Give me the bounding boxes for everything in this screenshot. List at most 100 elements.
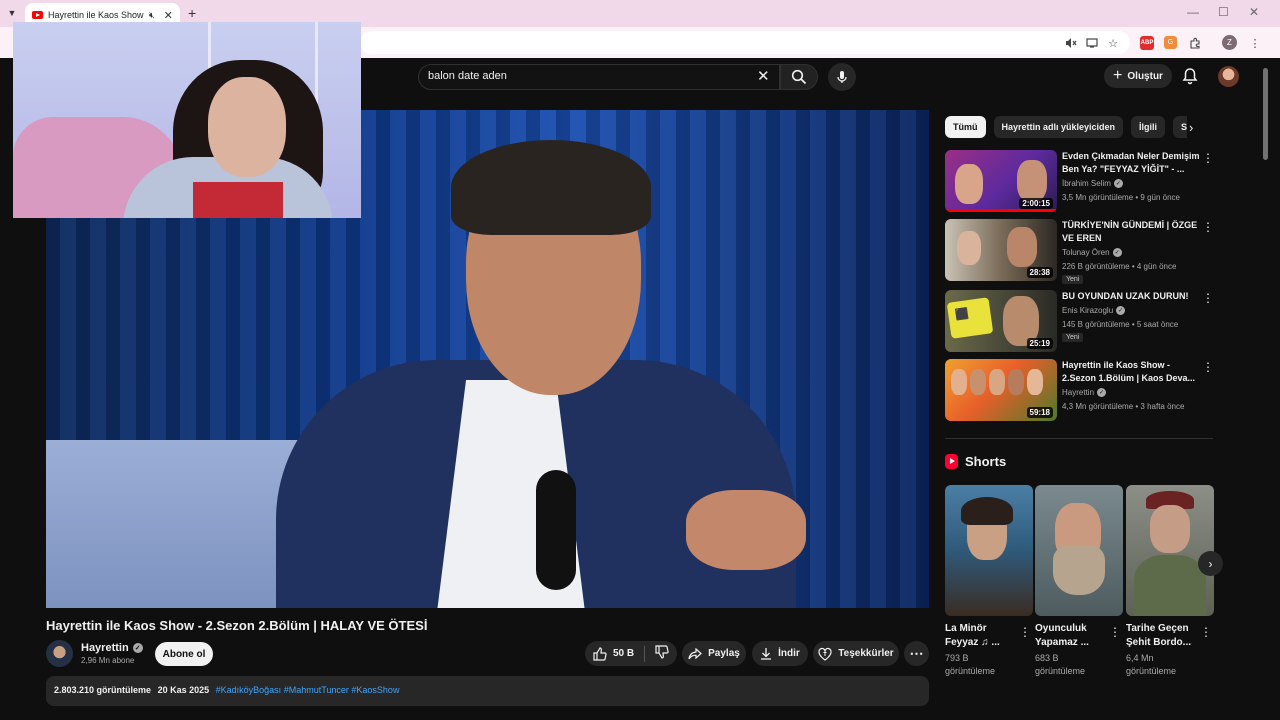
webcam-person-top: [193, 182, 283, 218]
muted-speaker-icon[interactable]: 🔇︎: [149, 10, 155, 21]
view-count: 3,5 Mn görüntüleme: [1062, 193, 1134, 202]
shorts-next-chevron-icon[interactable]: ›: [1198, 551, 1223, 576]
channel-row[interactable]: Hayrettin ✓: [1062, 388, 1107, 397]
more-options-icon[interactable]: ⋮: [1202, 151, 1214, 165]
adblock-extension-icon[interactable]: ABP: [1140, 36, 1154, 50]
video-duration: 59:18: [1026, 407, 1053, 418]
orange-extension-icon[interactable]: G: [1164, 36, 1177, 49]
hashtag-link[interactable]: #MahmutTuncer: [284, 685, 349, 695]
video-thumbnail[interactable]: 59:18: [945, 359, 1057, 421]
recommended-video[interactable]: 28:38 TÜRKİYE'NİN GÜNDEMİ | ÖZGE VE EREN…: [945, 219, 1215, 284]
channel-name[interactable]: Hayrettin: [1062, 388, 1094, 397]
new-badge: Yeni: [1062, 275, 1084, 284]
channel-name[interactable]: İbrahim Selim: [1062, 179, 1111, 188]
channel-name[interactable]: Hayrettin: [81, 642, 129, 654]
maximize-button[interactable]: ☐: [1218, 5, 1229, 19]
verified-check-icon: ✓: [1113, 179, 1123, 188]
create-label: Oluştur: [1127, 70, 1163, 82]
channel-name[interactable]: Tolunay Ören: [1062, 248, 1110, 257]
share-label: Paylaş: [708, 648, 740, 659]
video-title[interactable]: TÜRKİYE'NİN GÜNDEMİ | ÖZGE VE EREN: [1062, 219, 1202, 245]
video-title[interactable]: BU OYUNDAN UZAK DURUN!: [1062, 290, 1202, 303]
recommended-video[interactable]: ⬛ 25:19 BU OYUNDAN UZAK DURUN! Enis Kira…: [945, 290, 1215, 354]
tab-search-icon[interactable]: ▼: [4, 5, 20, 21]
chip-from-uploader[interactable]: Hayrettin adlı yükleyiciden: [993, 116, 1124, 138]
more-options-icon[interactable]: ⋮: [1202, 360, 1214, 374]
clear-search-icon[interactable]: ✕: [757, 67, 770, 85]
hashtag-link[interactable]: #KaosShow: [351, 685, 399, 695]
notifications-bell-icon[interactable]: [1182, 67, 1198, 90]
cast-icon[interactable]: [1084, 35, 1100, 51]
bookmark-star-icon[interactable]: ☆: [1105, 35, 1121, 51]
shorts-logo-icon: [945, 454, 958, 469]
short-title[interactable]: Tarihe Geçen Şehit Bordo...: [1126, 622, 1200, 650]
more-options-icon[interactable]: ⋮: [1202, 220, 1214, 234]
chip-related[interactable]: İlgili: [1131, 116, 1166, 138]
recommended-video[interactable]: 2:00:15 Evden Çıkmadan Neler Demişim Ben…: [945, 150, 1215, 214]
youtube-favicon-icon: [32, 11, 43, 19]
profile-avatar[interactable]: Z: [1222, 35, 1237, 50]
channel-row[interactable]: İbrahim Selim ✓: [1062, 179, 1123, 188]
channel-row[interactable]: Enis Kirazoglu ✓: [1062, 306, 1126, 315]
share-button[interactable]: Paylaş: [682, 641, 746, 666]
video-stats: 3,5 Mn görüntüleme • 9 gün önce: [1062, 193, 1180, 202]
more-options-icon[interactable]: ⋮: [1109, 625, 1121, 639]
search-button[interactable]: [780, 64, 818, 90]
short-title[interactable]: Oyunculuk Yapamaz ...: [1035, 622, 1109, 650]
video-title[interactable]: Evden Çıkmadan Neler Demişim Ben Ya? "FE…: [1062, 150, 1202, 176]
thumbs-up-icon: [593, 646, 607, 661]
chevron-right-icon[interactable]: ›: [1189, 120, 1193, 135]
chip-truncated[interactable]: So: [1173, 116, 1187, 138]
video-thumbnail[interactable]: 28:38: [945, 219, 1057, 281]
extensions-puzzle-icon[interactable]: [1187, 35, 1203, 51]
upload-age: 3 hafta önce: [1140, 402, 1185, 411]
shorts-heading: Shorts: [965, 454, 1007, 469]
video-frame-hair: [451, 140, 651, 235]
subscribe-button[interactable]: Abone ol: [155, 642, 213, 666]
short-item[interactable]: Tarihe Geçen Şehit Bordo... 6,4 Mn görün…: [1126, 485, 1214, 678]
page-scrollbar[interactable]: [1261, 58, 1269, 698]
webcam-person-face: [208, 77, 286, 177]
minimize-button[interactable]: —: [1187, 5, 1199, 19]
video-title[interactable]: Hayrettin ile Kaos Show - 2.Sezon 1.Bölü…: [1062, 359, 1202, 385]
more-options-icon[interactable]: ⋮: [1200, 625, 1212, 639]
channel-name-row[interactable]: Hayrettin ✓: [81, 642, 143, 654]
muted-tab-indicator-icon[interactable]: [1063, 35, 1079, 51]
video-stats: 226 B görüntüleme • 4 gün önce: [1062, 262, 1177, 271]
chip-all[interactable]: Tümü: [945, 116, 986, 138]
screen: ▼ Hayrettin ile Kaos Show - 2 🔇︎ ✕ + — ☐…: [0, 0, 1280, 720]
watch-progress-bar: [945, 209, 1057, 212]
short-thumbnail[interactable]: [1035, 485, 1123, 616]
short-item[interactable]: La Minör Feyyaz ♫ ... 793 B görüntüleme …: [945, 485, 1033, 678]
short-title[interactable]: La Minör Feyyaz ♫ ...: [945, 622, 1019, 650]
video-thumbnail[interactable]: 2:00:15: [945, 150, 1057, 212]
voice-search-button[interactable]: [828, 63, 856, 91]
hashtag-link[interactable]: #KadıköyBoğası: [216, 685, 282, 695]
more-actions-button[interactable]: ⋯: [904, 641, 929, 666]
channel-avatar[interactable]: [46, 640, 73, 667]
more-options-icon[interactable]: ⋮: [1202, 291, 1214, 305]
more-options-icon[interactable]: ⋮: [1019, 625, 1031, 639]
short-thumbnail[interactable]: [1126, 485, 1214, 616]
download-button[interactable]: İndir: [752, 641, 808, 666]
channel-row[interactable]: Tolunay Ören ✓: [1062, 248, 1122, 257]
dislike-button[interactable]: [655, 645, 669, 662]
close-window-button[interactable]: ✕: [1249, 5, 1259, 19]
search-query[interactable]: balon date aden: [428, 70, 507, 82]
create-button[interactable]: + Oluştur: [1104, 64, 1172, 88]
browser-menu-icon[interactable]: ⋮: [1247, 35, 1263, 51]
subscriber-count: 2,96 Mn abone: [81, 656, 135, 665]
video-thumbnail[interactable]: ⬛ 25:19: [945, 290, 1057, 352]
like-button[interactable]: 50 B: [593, 646, 634, 661]
address-bar[interactable]: [360, 31, 1130, 54]
account-avatar[interactable]: [1218, 66, 1239, 87]
tab-close-icon[interactable]: ✕: [164, 9, 173, 22]
recommended-video[interactable]: 59:18 Hayrettin ile Kaos Show - 2.Sezon …: [945, 359, 1215, 423]
scrollbar-thumb[interactable]: [1263, 68, 1268, 160]
view-count: 2.803.210 görüntüleme: [54, 685, 152, 695]
short-thumbnail[interactable]: [945, 485, 1033, 616]
channel-name[interactable]: Enis Kirazoglu: [1062, 306, 1113, 315]
thanks-button[interactable]: Teşekkürler: [813, 641, 899, 666]
new-tab-button[interactable]: +: [188, 5, 196, 21]
short-item[interactable]: Oyunculuk Yapamaz ... 683 B görüntüleme …: [1035, 485, 1123, 678]
